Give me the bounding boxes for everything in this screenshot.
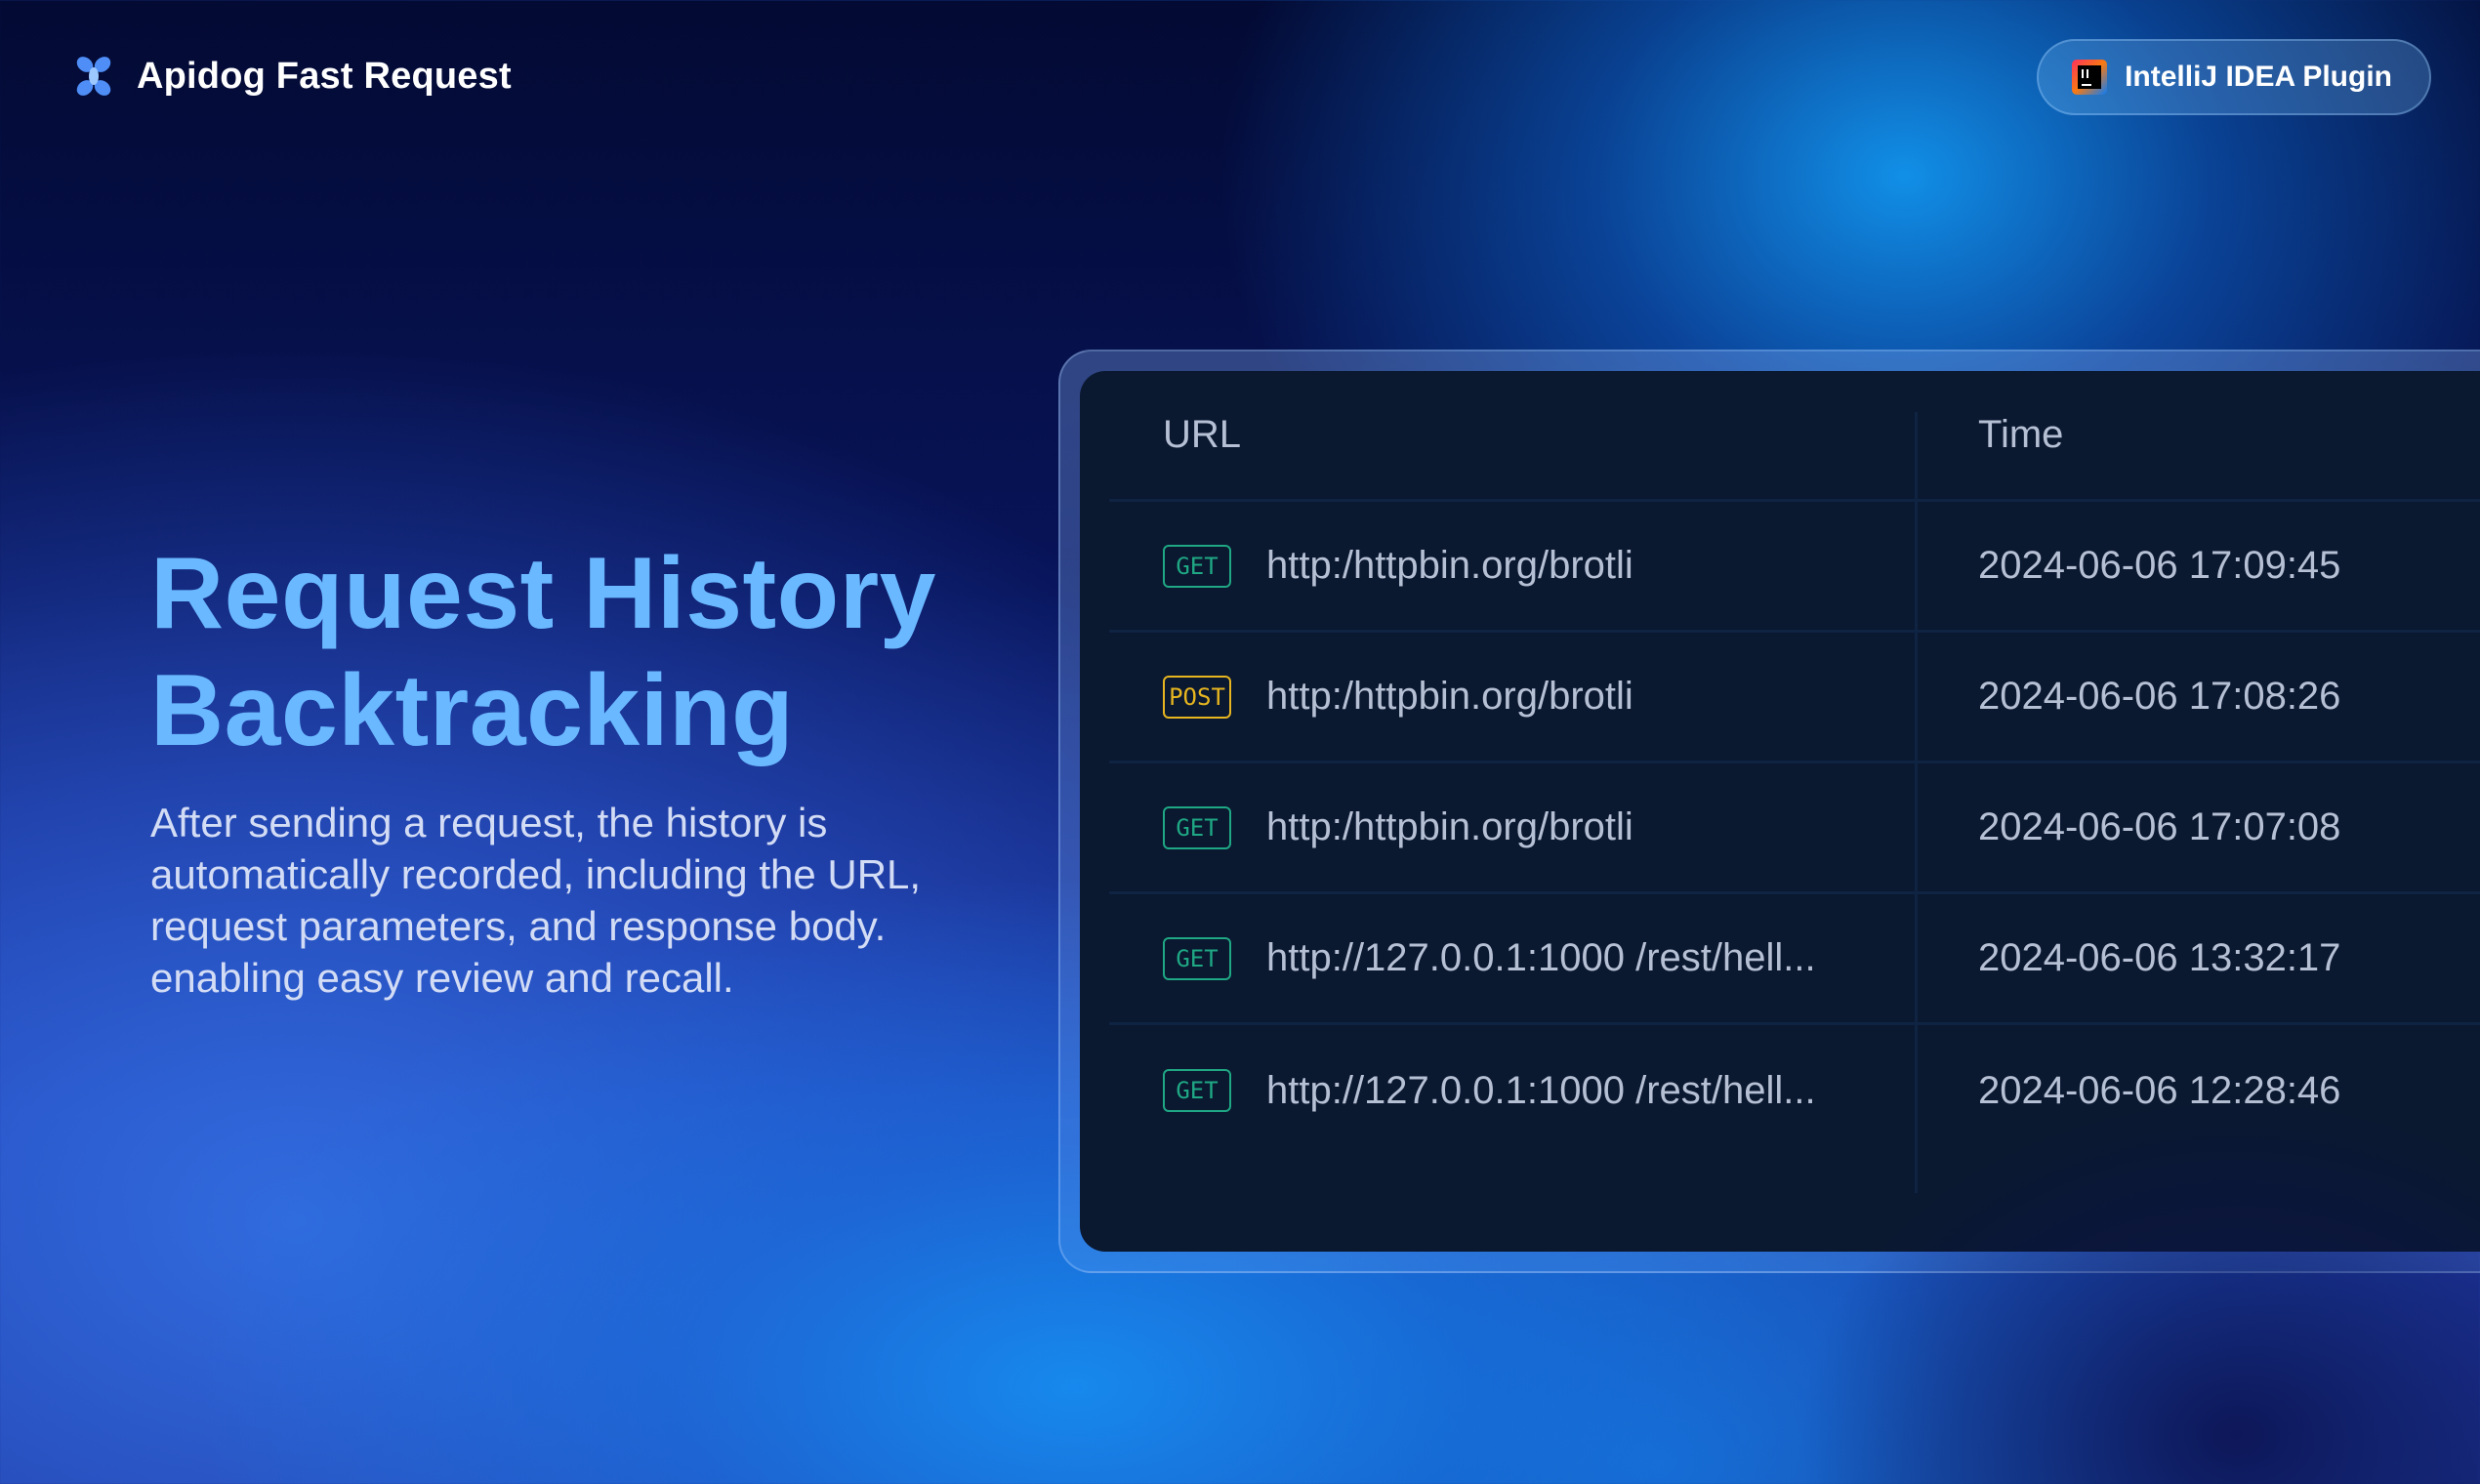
table-row[interactable]: GET http:/httpbin.org/brotli 2024-06-06 … [1109,502,2480,633]
table-row[interactable]: POST http:/httpbin.org/brotli 2024-06-06… [1109,633,2480,763]
hero-title-line-2: Backtracking [150,654,795,767]
url-cell: GET http:/httpbin.org/brotli [1109,544,1915,588]
request-time: 2024-06-06 17:09:45 [1978,544,2341,587]
brand[interactable]: Apidog Fast Request [68,51,512,102]
request-url: http:/httpbin.org/brotli [1266,805,1633,848]
request-url: http:/httpbin.org/brotli [1266,544,1633,587]
hero-title: Request History Backtracking [150,535,951,769]
request-time: 2024-06-06 17:07:08 [1978,805,2341,848]
request-url: http://127.0.0.1:1000 /rest/hell... [1266,1068,1816,1112]
intellij-idea-icon [2072,60,2108,95]
table-row[interactable]: GET http://127.0.0.1:1000 /rest/hell... … [1109,1025,2480,1156]
time-column-header: Time [1978,413,2064,456]
apidog-logo-icon [76,57,111,96]
method-badge: GET [1163,936,1231,980]
request-url: http://127.0.0.1:1000 /rest/hell... [1266,936,1816,979]
method-badge: POST [1163,675,1231,719]
url-cell: GET http://127.0.0.1:1000 /rest/hell... [1109,1069,1915,1113]
table-row[interactable]: GET http://127.0.0.1:1000 /rest/hell... … [1109,894,2480,1025]
request-url: http:/httpbin.org/brotli [1266,675,1633,718]
brand-name: Apidog Fast Request [137,55,512,97]
hero-section: Request History Backtracking After sendi… [150,535,951,1004]
intellij-plugin-label: IntelliJ IDEA Plugin [2125,61,2392,93]
url-cell: GET http://127.0.0.1:1000 /rest/hell... [1109,936,1915,980]
request-time: 2024-06-06 17:08:26 [1978,675,2341,718]
hero-description: After sending a request, the history is … [150,800,922,1001]
hero-title-line-1: Request History [150,537,937,650]
intellij-plugin-button[interactable]: IntelliJ IDEA Plugin [2037,39,2431,115]
request-time: 2024-06-06 13:32:17 [1978,936,2341,979]
url-column-header: URL [1163,413,1242,456]
method-badge: GET [1163,1069,1231,1112]
table-row[interactable]: GET http:/httpbin.org/brotli 2024-06-06 … [1109,763,2480,894]
request-time: 2024-06-06 12:28:46 [1978,1068,2341,1112]
url-cell: POST http:/httpbin.org/brotli [1109,675,1915,719]
request-history-table: URL Time GET http:/httpbin.org/brotli 20… [1080,371,2480,1252]
url-cell: GET http:/httpbin.org/brotli [1109,805,1915,849]
table-header: URL Time [1109,371,2480,502]
method-badge: GET [1163,544,1231,588]
method-badge: GET [1163,805,1231,849]
url-column-header-cell: URL [1109,413,1915,457]
